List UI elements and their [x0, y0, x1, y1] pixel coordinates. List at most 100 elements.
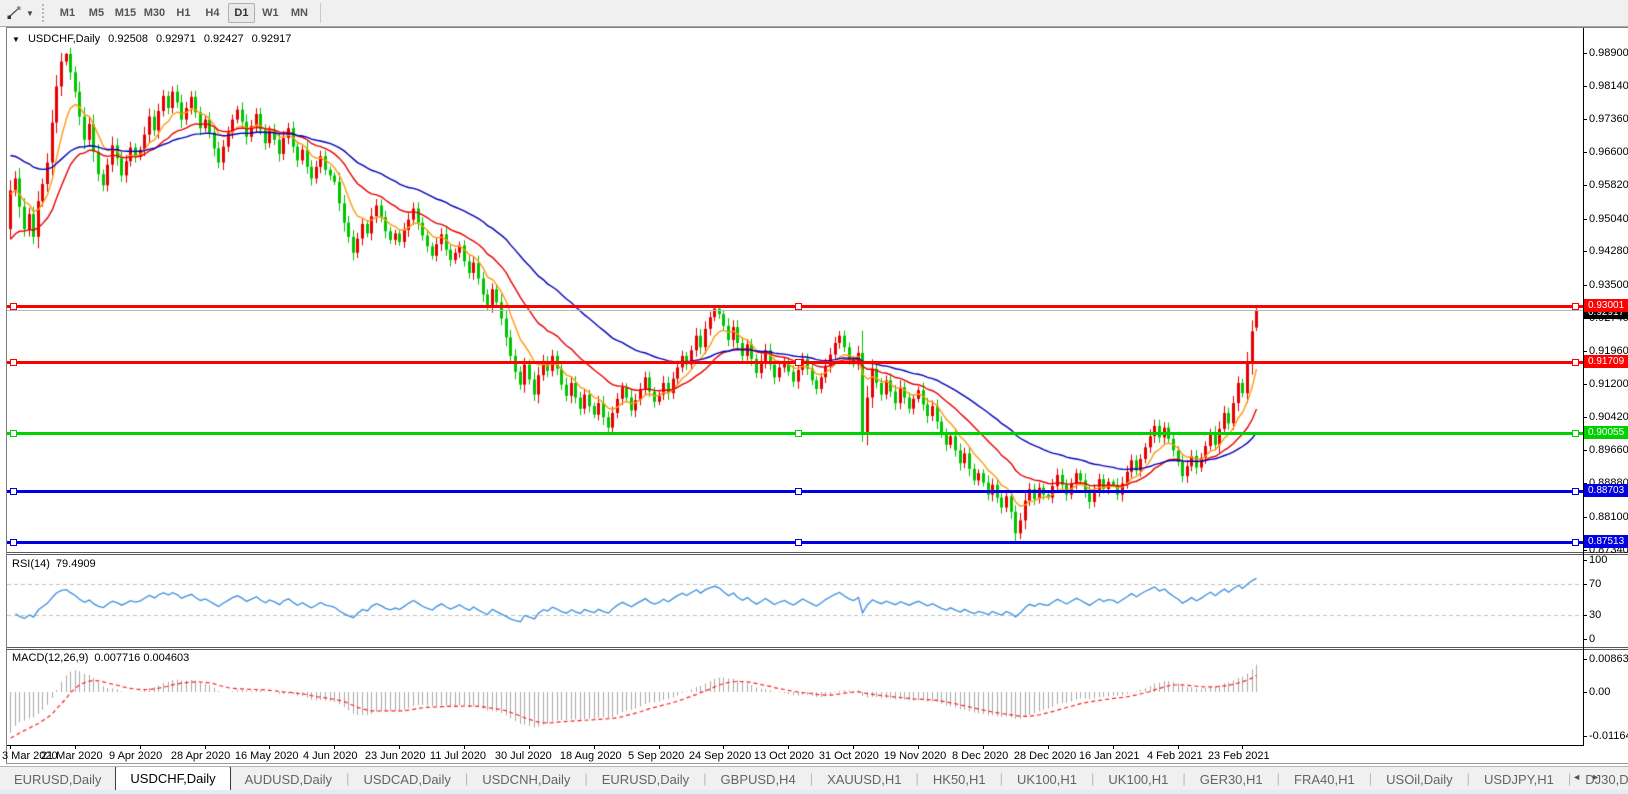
date-tick — [659, 745, 660, 749]
tab-ger30-h1[interactable]: GER30,H1 — [1186, 768, 1277, 790]
date-axis-label: 16 Jan 2021 — [1079, 750, 1140, 762]
chevron-down-icon[interactable]: ▼ — [26, 9, 34, 18]
hline-handle[interactable] — [795, 430, 802, 437]
date-axis-label: 28 Dec 2020 — [1014, 750, 1076, 762]
macd-label: MACD(12,26,9)0.007716 0.004603 — [12, 652, 195, 664]
date-axis-label: 18 Aug 2020 — [560, 750, 622, 762]
hline-handle[interactable] — [1572, 430, 1579, 437]
price-axis-label: 0.95040 — [1589, 213, 1628, 225]
tab-gbpusd-h4[interactable]: GBPUSD,H4 — [707, 768, 810, 790]
pane-separator[interactable] — [7, 647, 1628, 650]
hline-handle[interactable] — [1572, 359, 1579, 366]
rsi-axis-label: 30 — [1589, 609, 1601, 621]
date-axis-label: 23 Feb 2021 — [1208, 750, 1270, 762]
pane-separator[interactable] — [7, 552, 1628, 555]
date-tick — [464, 745, 465, 749]
tab-usdchf-daily[interactable]: USDCHF,Daily — [115, 766, 230, 790]
hline-handle[interactable] — [795, 539, 802, 546]
date-tick — [1242, 745, 1243, 749]
date-axis-line — [7, 745, 1584, 746]
timeframe-button-m15[interactable]: M15 — [112, 3, 139, 23]
date-tick — [10, 745, 11, 749]
date-axis-label: 23 Jun 2020 — [365, 750, 426, 762]
tab-scroll-right-icon[interactable]: ► — [1591, 772, 1600, 782]
price-axis-line — [1583, 28, 1584, 745]
date-axis-label: 28 Apr 2020 — [171, 750, 230, 762]
line-studies-icon[interactable] — [4, 4, 24, 22]
axis-tick — [1583, 219, 1587, 220]
price-chart-canvas[interactable] — [7, 28, 1583, 554]
price-tag-0.90055: 0.90055 — [1584, 426, 1628, 439]
rsi-axis-label: 70 — [1589, 578, 1601, 590]
price-axis-label: 0.98900 — [1589, 47, 1628, 59]
axis-tick — [1583, 119, 1587, 120]
rsi-label: RSI(14)79.4909 — [12, 558, 102, 570]
hline-handle[interactable] — [10, 539, 17, 546]
timeframe-button-w1[interactable]: W1 — [257, 3, 284, 23]
tab-xauusd-h1[interactable]: XAUUSD,H1 — [813, 768, 915, 790]
hline-handle[interactable] — [1572, 303, 1579, 310]
hline-handle[interactable] — [795, 359, 802, 366]
ohlc-low: 0.92427 — [204, 33, 244, 45]
price-axis-label: 0.89660 — [1589, 444, 1628, 456]
price-tag-0.91709: 0.91709 — [1584, 355, 1628, 368]
toolbar-grip — [42, 4, 47, 22]
hline-handle[interactable] — [10, 303, 17, 310]
tab-usdcnh-daily[interactable]: USDCNH,Daily — [468, 768, 584, 790]
date-axis-label: 9 Apr 2020 — [109, 750, 162, 762]
collapse-triangle-icon[interactable]: ▼ — [12, 35, 20, 44]
tab-usdjpy-h1[interactable]: USDJPY,H1 — [1470, 768, 1568, 790]
tab-fra40-h1[interactable]: FRA40,H1 — [1280, 768, 1369, 790]
hline-handle[interactable] — [795, 303, 802, 310]
hline-handle[interactable] — [10, 430, 17, 437]
date-tick — [140, 745, 141, 749]
hline-handle[interactable] — [10, 488, 17, 495]
tab-usoil-daily[interactable]: USOil,Daily — [1372, 768, 1466, 790]
hline-handle[interactable] — [1572, 488, 1579, 495]
price-axis-label: 0.91200 — [1589, 378, 1628, 390]
timeframe-button-d1[interactable]: D1 — [228, 3, 255, 23]
date-axis-label: 21 Mar 2020 — [41, 750, 103, 762]
timeframe-button-h4[interactable]: H4 — [199, 3, 226, 23]
date-axis-label: 16 May 2020 — [235, 750, 299, 762]
hline-handle[interactable] — [795, 488, 802, 495]
date-axis-label: 11 Jul 2020 — [430, 750, 486, 762]
date-tick — [853, 745, 854, 749]
tab-hk50-h1[interactable]: HK50,H1 — [919, 768, 1000, 790]
rsi-indicator-canvas[interactable] — [7, 556, 1583, 647]
date-tick — [269, 745, 270, 749]
macd-indicator-canvas[interactable] — [7, 650, 1583, 745]
chart-window-border — [6, 763, 1628, 764]
tab-usdcad-daily[interactable]: USDCAD,Daily — [349, 768, 464, 790]
date-axis-label: 24 Sep 2020 — [689, 750, 751, 762]
hline-handle[interactable] — [1572, 539, 1579, 546]
tab-uk100-h1[interactable]: UK100,H1 — [1094, 768, 1182, 790]
date-tick — [1113, 745, 1114, 749]
axis-tick — [1583, 86, 1587, 87]
axis-tick — [1583, 517, 1587, 518]
axis-tick — [1583, 251, 1587, 252]
timeframe-button-m1[interactable]: M1 — [54, 3, 81, 23]
date-tick — [529, 745, 530, 749]
timeframe-button-h1[interactable]: H1 — [170, 3, 197, 23]
date-axis-label: 4 Jun 2020 — [303, 750, 357, 762]
price-tag-0.88703: 0.88703 — [1584, 484, 1628, 497]
price-axis-label: 0.94280 — [1589, 245, 1628, 257]
date-axis-label: 30 Jul 2020 — [495, 750, 552, 762]
hline-handle[interactable] — [10, 359, 17, 366]
date-tick — [594, 745, 595, 749]
date-axis-label: 13 Oct 2020 — [754, 750, 814, 762]
tab-eurusd-daily[interactable]: EURUSD,Daily — [0, 768, 115, 790]
macd-axis-label: -0.011649 — [1589, 730, 1628, 742]
tab-audusd-daily[interactable]: AUDUSD,Daily — [231, 768, 346, 790]
ohlc-high: 0.92971 — [156, 33, 196, 45]
date-tick — [399, 745, 400, 749]
tab-scroll-left-icon[interactable]: ◄ — [1572, 772, 1581, 782]
axis-tick — [1583, 736, 1587, 737]
timeframe-button-m30[interactable]: M30 — [141, 3, 168, 23]
timeframe-button-mn[interactable]: MN — [286, 3, 313, 23]
tab-uk100-h1[interactable]: UK100,H1 — [1003, 768, 1091, 790]
timeframe-buttons: M1M5M15M30H1H4D1W1MN — [53, 3, 314, 23]
tab-eurusd-daily[interactable]: EURUSD,Daily — [588, 768, 703, 790]
timeframe-button-m5[interactable]: M5 — [83, 3, 110, 23]
